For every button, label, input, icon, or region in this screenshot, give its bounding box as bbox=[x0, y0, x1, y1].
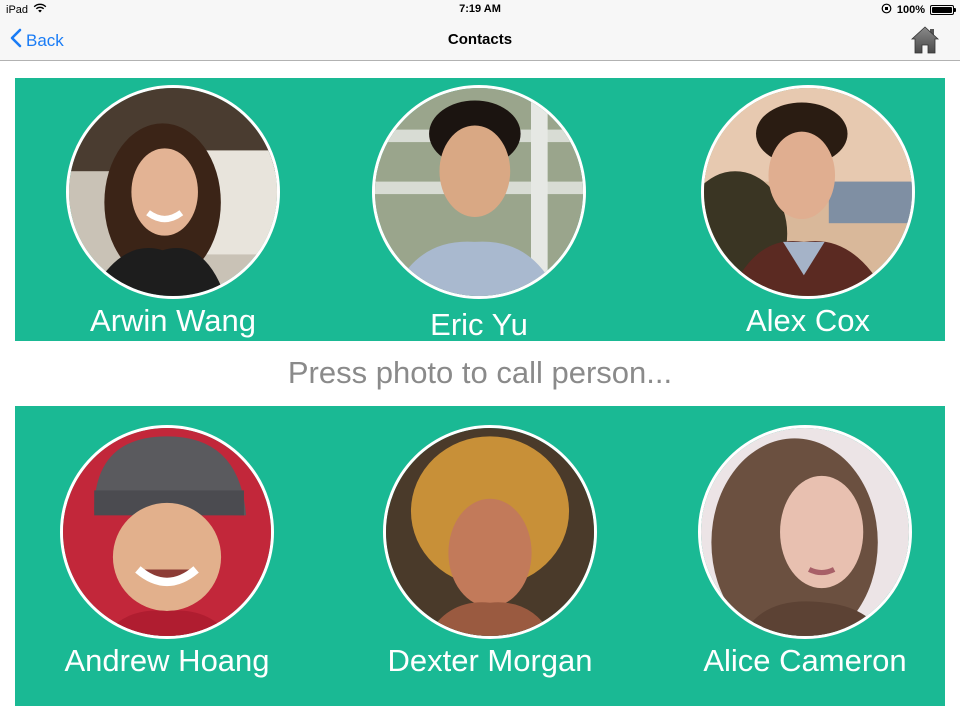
contacts-panel-top: Arwin Wang Eric Yu Alex Cox bbox=[15, 78, 945, 343]
contact-name: Dexter Morgan bbox=[387, 643, 593, 678]
home-button[interactable] bbox=[910, 25, 940, 60]
contact-alice-cameron[interactable]: Alice Cameron bbox=[698, 425, 912, 679]
home-icon bbox=[910, 26, 940, 59]
battery-icon bbox=[930, 5, 956, 15]
contact-andrew-hoang[interactable]: Andrew Hoang bbox=[60, 425, 274, 679]
contact-alex-cox[interactable]: Alex Cox bbox=[701, 85, 915, 339]
contact-photo[interactable] bbox=[701, 85, 915, 299]
instruction-text: Press photo to call person... bbox=[287, 355, 673, 390]
orientation-lock-icon bbox=[881, 3, 892, 17]
navigation-bar: Back Contacts bbox=[0, 20, 960, 61]
battery-level bbox=[932, 7, 952, 13]
contact-photo[interactable] bbox=[383, 425, 597, 639]
contact-name: Alex Cox bbox=[745, 303, 871, 338]
contact-dexter-morgan[interactable]: Dexter Morgan bbox=[383, 425, 597, 679]
contacts-panel-bottom: Andrew Hoang Dexter Morgan Alice Cameron bbox=[15, 406, 945, 706]
contact-photo[interactable] bbox=[372, 85, 586, 299]
contact-name: Andrew Hoang bbox=[64, 643, 270, 678]
contact-photo[interactable] bbox=[66, 85, 280, 299]
status-right: 100% bbox=[881, 3, 956, 17]
contact-name: Alice Cameron bbox=[703, 643, 907, 678]
contact-photo[interactable] bbox=[698, 425, 912, 639]
contact-name: Eric Yu bbox=[430, 307, 528, 342]
page-title: Contacts bbox=[447, 31, 513, 48]
contact-photo[interactable] bbox=[60, 425, 274, 639]
contact-arwin-wang[interactable]: Arwin Wang bbox=[66, 85, 280, 339]
battery-percent: 100% bbox=[896, 4, 925, 16]
contact-eric-yu[interactable]: Eric Yu bbox=[372, 85, 586, 343]
contact-name: Arwin Wang bbox=[90, 303, 256, 338]
contacts-screen: iPad 7:19 AM 100% Back Contacts Arwin Wa… bbox=[0, 0, 960, 720]
status-time: 7:19 AM bbox=[459, 3, 501, 15]
status-bar: iPad 7:19 AM 100% bbox=[0, 0, 960, 20]
